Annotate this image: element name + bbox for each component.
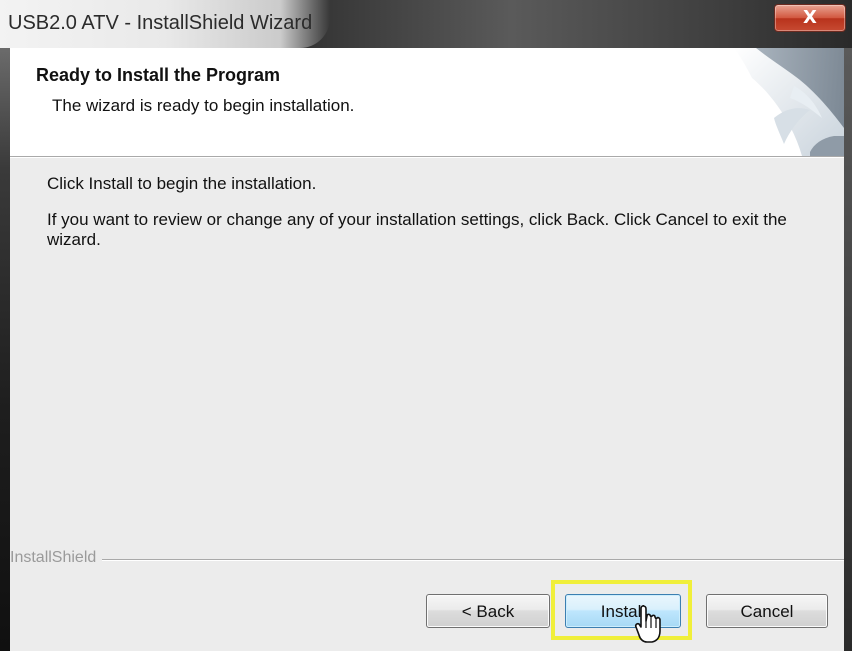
page-subtitle: The wizard is ready to begin installatio… xyxy=(52,96,355,115)
back-button[interactable]: < Back xyxy=(426,594,550,628)
close-icon: X xyxy=(803,7,817,28)
window-title: USB2.0 ATV - InstallShield Wizard xyxy=(8,12,313,34)
divider-line xyxy=(10,559,844,561)
instruction-text: Click Install to begin the installation. xyxy=(47,174,317,193)
installshield-brand-label: InstallShield xyxy=(10,549,103,567)
installshield-banner-graphic xyxy=(694,48,844,156)
review-settings-text: If you want to review or change any of y… xyxy=(47,210,787,249)
header-banner: Ready to Install the Program The wizard … xyxy=(10,48,844,157)
cancel-button[interactable]: Cancel xyxy=(706,594,828,628)
title-bar[interactable]: USB2.0 ATV - InstallShield Wizard X xyxy=(0,0,852,48)
window-right-border xyxy=(844,48,852,651)
header-separator xyxy=(10,157,844,158)
installshield-divider: InstallShield xyxy=(10,549,844,569)
page-title: Ready to Install the Program xyxy=(36,65,281,85)
close-button[interactable]: X xyxy=(774,4,846,32)
install-button[interactable]: Install xyxy=(565,594,681,628)
installshield-wizard-window: USB2.0 ATV - InstallShield Wizard X Read… xyxy=(0,0,852,651)
window-left-border xyxy=(0,48,10,651)
